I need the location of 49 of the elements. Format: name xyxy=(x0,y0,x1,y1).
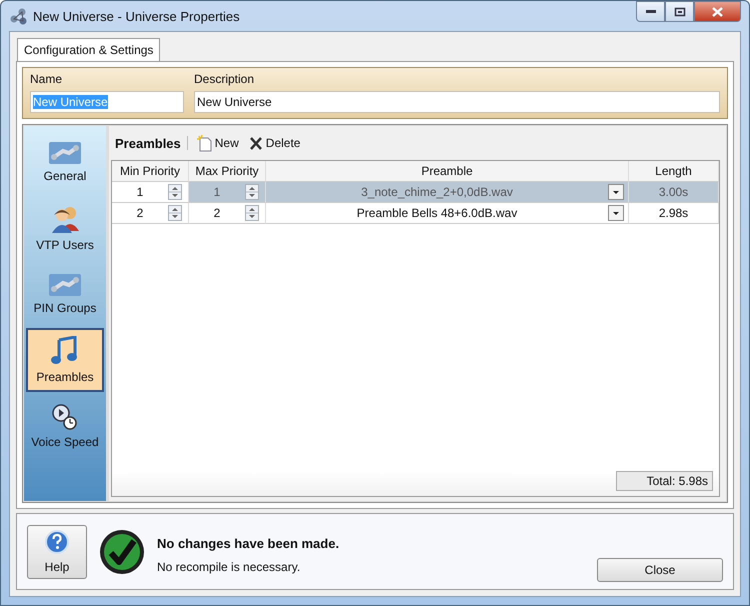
spin-button[interactable] xyxy=(245,184,259,200)
table-row[interactable]: 1 1 3_note_chime_2+0,0dB.wav 3.00s xyxy=(112,182,719,203)
table-cell-text: 3_note_chime_2+0,0dB.wav xyxy=(360,185,514,199)
delete-button[interactable]: Delete xyxy=(246,134,302,152)
table-cell-text: 1 xyxy=(136,185,144,199)
help-icon xyxy=(45,530,69,554)
table-cell-text: 1 xyxy=(212,185,222,199)
table-cell-text: Preamble Bells 48+6.0dB.wav xyxy=(356,206,518,220)
sidebar-item[interactable]: VTP Users xyxy=(26,196,104,260)
close-icon xyxy=(711,6,724,16)
table-cell: 2.98s xyxy=(658,206,688,220)
new-document-icon xyxy=(196,134,212,152)
close-button[interactable] xyxy=(694,1,741,22)
total-label: Total: 5.98s xyxy=(616,471,713,491)
sidebar-item[interactable]: Voice Speed xyxy=(26,394,104,458)
users-icon xyxy=(50,204,80,232)
status-title: No changes have been made. xyxy=(157,536,340,551)
delete-icon xyxy=(248,136,263,150)
maximize-button[interactable] xyxy=(665,1,694,22)
spin-button[interactable] xyxy=(245,205,259,221)
sidebar-item[interactable]: Preambles xyxy=(26,328,104,392)
window-title: New Universe - Universe Properties xyxy=(33,8,240,24)
field-label: Description xyxy=(194,72,256,86)
table-cell: 3.00s xyxy=(658,185,688,199)
minimize-icon xyxy=(646,10,656,13)
dropdown-button[interactable] xyxy=(608,205,624,221)
status-detail: No recompile is necessary. xyxy=(157,560,302,574)
table-row[interactable]: 2 2 Preamble Bells 48+6.0dB.wav 2.98s xyxy=(112,203,719,224)
field-value: New Universe xyxy=(33,95,108,109)
dropdown-button[interactable] xyxy=(608,184,624,200)
sidebar-item[interactable]: General xyxy=(26,130,104,194)
help-button[interactable]: Help xyxy=(27,524,87,578)
minimize-button[interactable] xyxy=(636,1,665,22)
maximize-icon xyxy=(674,6,686,16)
section-title: Preambles xyxy=(115,136,181,150)
description-field[interactable]: New Universe xyxy=(194,91,720,113)
table-cell-text: 2 xyxy=(136,206,144,220)
spin-button[interactable] xyxy=(168,205,182,221)
checkmark-icon xyxy=(99,528,145,574)
new-button[interactable]: New xyxy=(194,132,241,154)
field-label: Name xyxy=(30,72,64,86)
app-icon xyxy=(9,7,27,25)
music-note-icon xyxy=(51,336,79,365)
tab[interactable]: Configuration & Settings xyxy=(17,38,160,61)
sidebar-item[interactable]: PIN Groups xyxy=(26,262,104,326)
table-cell-text: 2 xyxy=(212,206,222,220)
close-dialog-button[interactable]: Close xyxy=(597,558,723,582)
stopwatch-icon xyxy=(52,404,78,430)
spin-button[interactable] xyxy=(168,184,182,200)
